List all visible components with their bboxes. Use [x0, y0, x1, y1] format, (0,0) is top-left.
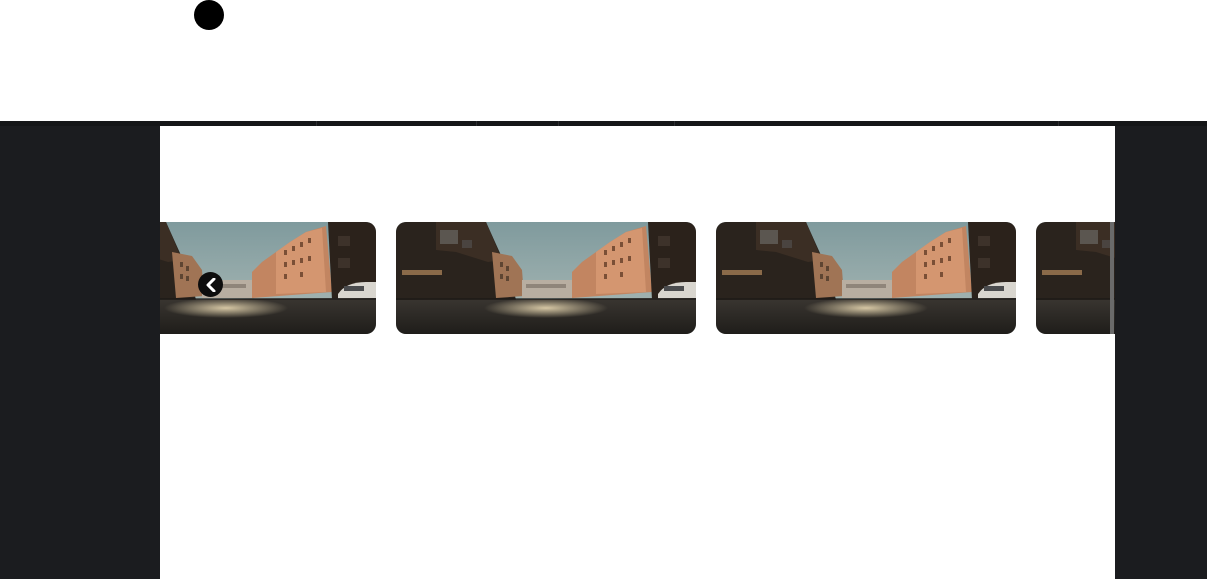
right-side-panel — [1115, 126, 1207, 579]
carousel-slide[interactable] — [396, 222, 696, 334]
city-street-photo — [160, 222, 376, 334]
carousel-track[interactable] — [160, 222, 1115, 334]
carousel-prev-button[interactable] — [198, 272, 223, 297]
header — [0, 0, 1207, 121]
carousel-slide[interactable] — [1036, 222, 1115, 334]
page — [0, 0, 1207, 579]
filled-circle-icon[interactable] — [194, 0, 224, 30]
carousel-edge-indicator — [1110, 222, 1114, 334]
carousel-slide[interactable] — [160, 222, 376, 334]
carousel-slide[interactable] — [716, 222, 1016, 334]
carousel-stage — [160, 126, 1115, 579]
city-street-photo — [1036, 222, 1115, 334]
city-street-photo — [396, 222, 696, 334]
left-side-panel — [0, 126, 160, 579]
city-street-photo — [716, 222, 1016, 334]
chevron-left-icon — [206, 277, 215, 292]
